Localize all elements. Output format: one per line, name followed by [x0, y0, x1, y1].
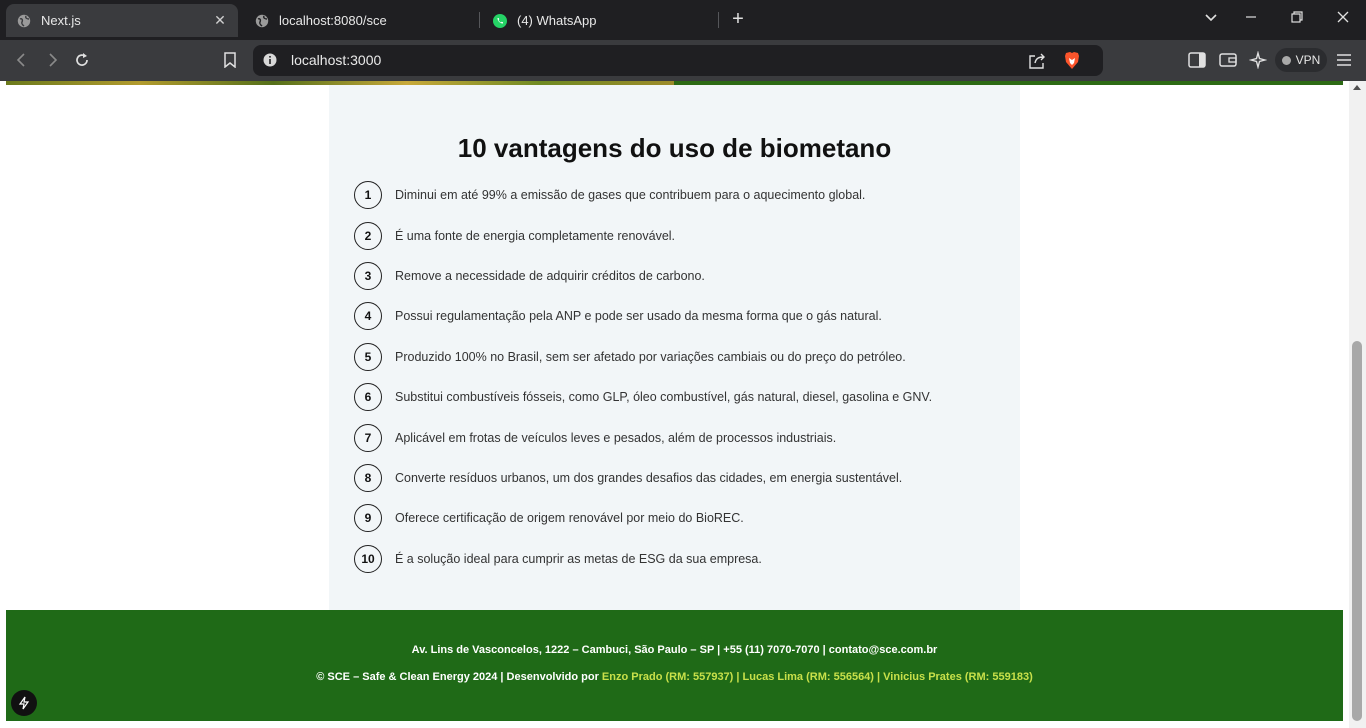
- footer-copyright: © SCE – Safe & Clean Energy 2024 | Desen…: [316, 671, 602, 683]
- list-item: 6 Substitui combustíveis fósseis, como G…: [354, 383, 932, 411]
- new-tab-button[interactable]: +: [728, 9, 748, 30]
- list-item: 5 Produzido 100% no Brasil, sem ser afet…: [354, 343, 906, 371]
- item-number: 4: [354, 302, 382, 330]
- globe-icon: [254, 13, 270, 29]
- item-text: Oferece certificação de origem renovável…: [395, 511, 744, 525]
- footer-developers: Enzo Prado (RM: 557937) | Lucas Lima (RM…: [601, 671, 1033, 683]
- tab-title: Next.js: [41, 13, 81, 28]
- tab-localhost-8080[interactable]: localhost:8080/sce: [244, 4, 474, 37]
- tab-separator: [718, 12, 719, 28]
- item-number: 7: [354, 424, 382, 452]
- brave-shield-icon[interactable]: [1063, 51, 1081, 75]
- list-item: 9 Oferece certificação de origem renováv…: [354, 504, 744, 532]
- list-item: 7 Aplicável em frotas de veículos leves …: [354, 424, 836, 452]
- list-item: 4 Possui regulamentação pela ANP e pode …: [354, 302, 882, 330]
- close-window-icon[interactable]: [1333, 10, 1353, 30]
- reload-icon[interactable]: [72, 50, 92, 70]
- scroll-thumb[interactable]: [1352, 341, 1362, 721]
- item-text: É a solução ideal para cumprir as metas …: [395, 552, 762, 566]
- item-text: Converte resíduos urbanos, um dos grande…: [395, 471, 903, 485]
- tab-nextjs[interactable]: Next.js ✕: [6, 4, 238, 37]
- address-bar[interactable]: localhost:3000: [253, 45, 1103, 76]
- item-number: 6: [354, 383, 382, 411]
- wallet-icon[interactable]: [1218, 50, 1238, 70]
- item-number: 8: [354, 464, 382, 492]
- vpn-status-icon: [1281, 55, 1291, 65]
- whatsapp-icon: [492, 13, 508, 29]
- item-text: Produzido 100% no Brasil, sem ser afetad…: [395, 350, 906, 364]
- site-info-icon[interactable]: [263, 53, 277, 72]
- footer-credits: © SCE – Safe & Clean Energy 2024 | Desen…: [6, 671, 1343, 683]
- bookmark-icon[interactable]: [220, 50, 240, 70]
- page-scrollbar[interactable]: [1349, 81, 1366, 728]
- forward-icon[interactable]: [42, 50, 62, 70]
- item-number: 1: [354, 181, 382, 209]
- item-text: É uma fonte de energia completamente ren…: [395, 229, 676, 243]
- sidebar-icon[interactable]: [1187, 50, 1207, 70]
- list-item: 10 É a solução ideal para cumprir as met…: [354, 545, 762, 573]
- item-number: 3: [354, 262, 382, 290]
- item-text: Possui regulamentação pela ANP e pode se…: [395, 309, 882, 323]
- item-text: Substitui combustíveis fósseis, como GLP…: [395, 390, 933, 404]
- list-item: 8 Converte resíduos urbanos, um dos gran…: [354, 464, 902, 492]
- tab-strip: Next.js ✕ localhost:8080/sce (4) WhatsAp…: [0, 0, 1366, 40]
- item-number: 10: [354, 545, 382, 573]
- tab-title: (4) WhatsApp: [517, 13, 597, 28]
- url-text: localhost:3000: [291, 52, 382, 68]
- section-title: 10 vantagens do uso de biometano: [457, 133, 892, 163]
- menu-icon[interactable]: [1334, 50, 1354, 70]
- tab-whatsapp[interactable]: (4) WhatsApp: [482, 4, 716, 37]
- advantages-section: 10 vantagens do uso de biometano 1 Dimin…: [329, 85, 1020, 610]
- minimize-icon[interactable]: [1241, 10, 1261, 30]
- nextjs-dev-indicator[interactable]: [11, 690, 37, 716]
- footer-contact: Av. Lins de Vasconcelos, 1222 – Cambuci,…: [411, 644, 938, 656]
- share-icon[interactable]: [1028, 52, 1046, 74]
- leo-ai-icon[interactable]: [1248, 50, 1268, 70]
- close-tab-icon[interactable]: ✕: [212, 12, 228, 28]
- tab-title: localhost:8080/sce: [279, 13, 387, 28]
- item-text: Diminui em até 99% a emissão de gases qu…: [395, 188, 866, 202]
- item-text: Aplicável em frotas de veículos leves e …: [395, 431, 837, 445]
- item-number: 5: [354, 343, 382, 371]
- list-item: 3 Remove a necessidade de adquirir crédi…: [354, 262, 705, 290]
- tab-separator: [479, 12, 480, 28]
- item-text: Remove a necessidade de adquirir crédito…: [395, 269, 705, 283]
- site-footer: Av. Lins de Vasconcelos, 1222 – Cambuci,…: [6, 610, 1343, 721]
- vpn-button[interactable]: VPN: [1275, 48, 1327, 72]
- back-icon[interactable]: [12, 50, 32, 70]
- tab-search-chevron-icon[interactable]: [1201, 10, 1221, 30]
- list-item: 1 Diminui em até 99% a emissão de gases …: [354, 181, 865, 209]
- item-number: 9: [354, 504, 382, 532]
- list-item: 2 É uma fonte de energia completamente r…: [354, 222, 675, 250]
- item-number: 2: [354, 222, 382, 250]
- restore-icon[interactable]: [1287, 10, 1307, 30]
- vpn-label: VPN: [1295, 53, 1321, 67]
- page-viewport: 10 vantagens do uso de biometano 1 Dimin…: [0, 81, 1366, 728]
- scroll-up-arrow-icon[interactable]: [1353, 85, 1361, 90]
- globe-icon: [16, 13, 32, 29]
